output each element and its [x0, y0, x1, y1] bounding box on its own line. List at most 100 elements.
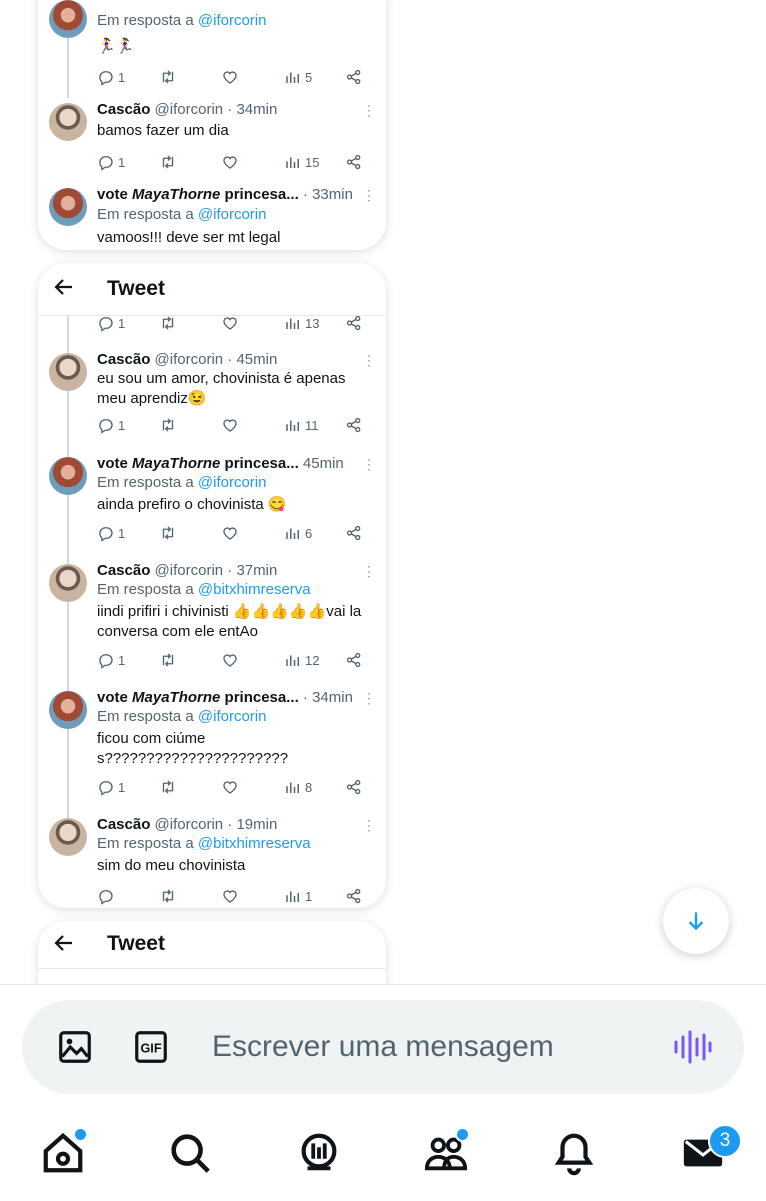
share-button[interactable]: [345, 68, 363, 86]
image-icon[interactable]: [56, 1028, 94, 1066]
views-button[interactable]: 6: [284, 524, 312, 542]
like-button[interactable]: [221, 416, 239, 434]
views-button[interactable]: 8: [284, 778, 312, 796]
reply-handle-link[interactable]: @iforcorin: [198, 474, 267, 491]
avatar[interactable]: [49, 188, 87, 226]
reply-handle-link[interactable]: @iforcorin: [198, 206, 267, 223]
retweet-button[interactable]: [159, 887, 177, 905]
views-button[interactable]: 5: [284, 68, 312, 86]
views-icon: [284, 524, 302, 542]
author-name[interactable]: vote MayaThorne princesa...: [97, 689, 299, 706]
views-button[interactable]: 1: [284, 887, 312, 905]
retweet-icon: [159, 651, 177, 669]
share-icon: [345, 778, 363, 796]
like-button[interactable]: [221, 651, 239, 669]
share-button[interactable]: [345, 314, 363, 332]
more-dots-icon[interactable]: ⋮: [362, 103, 376, 119]
tweet-actions: 1 8: [97, 778, 367, 798]
reply-handle-link[interactable]: @bitxhimreserva: [198, 835, 311, 852]
like-button[interactable]: [221, 68, 239, 86]
share-button[interactable]: [345, 778, 363, 796]
share-button[interactable]: [345, 153, 363, 171]
like-button[interactable]: [221, 153, 239, 171]
avatar[interactable]: [49, 818, 87, 856]
reply-button[interactable]: 1: [97, 524, 125, 542]
reply-icon: [97, 778, 115, 796]
more-dots-icon[interactable]: ⋮: [362, 564, 376, 580]
author-name[interactable]: Cascão: [97, 351, 150, 368]
tweet-card-1: Em resposta a @iforcorin 🏃‍♀️🏃‍♀️ 1 5 Ca…: [38, 0, 386, 250]
more-dots-icon[interactable]: ⋮: [362, 691, 376, 707]
like-button[interactable]: [221, 524, 239, 542]
voice-icon[interactable]: [672, 1028, 712, 1066]
spaces-icon[interactable]: [296, 1130, 342, 1176]
retweet-button[interactable]: [159, 524, 177, 542]
like-button[interactable]: [221, 778, 239, 796]
author-name[interactable]: vote MayaThorne princesa...: [97, 186, 299, 203]
avatar[interactable]: [49, 0, 87, 38]
retweet-button[interactable]: [159, 314, 177, 332]
avatar[interactable]: [49, 353, 87, 391]
views-button[interactable]: 12: [284, 651, 319, 669]
reply-button[interactable]: 1: [97, 778, 125, 796]
tweet-meta: Cascão @iforcorin · 37min: [97, 562, 277, 579]
retweet-button[interactable]: [159, 778, 177, 796]
views-button[interactable]: 13: [284, 314, 319, 332]
like-icon: [221, 778, 239, 796]
avatar[interactable]: [49, 691, 87, 729]
gif-icon[interactable]: GIF: [132, 1028, 170, 1066]
retweet-button[interactable]: [159, 416, 177, 434]
more-dots-icon[interactable]: ⋮: [362, 353, 376, 369]
reply-button[interactable]: [97, 887, 118, 905]
back-arrow-icon[interactable]: [52, 275, 76, 299]
share-button[interactable]: [345, 524, 363, 542]
reply-button[interactable]: 1: [97, 651, 125, 669]
share-button[interactable]: [345, 887, 363, 905]
reply-button[interactable]: 1: [97, 68, 125, 86]
retweet-button[interactable]: [159, 68, 177, 86]
views-button[interactable]: 11: [284, 416, 319, 434]
tweet-meta: vote MayaThorne princesa... · 33min: [97, 186, 353, 203]
retweet-button[interactable]: [159, 153, 177, 171]
notifications-icon[interactable]: [551, 1130, 597, 1176]
retweet-button[interactable]: [159, 651, 177, 669]
share-button[interactable]: [345, 651, 363, 669]
search-icon[interactable]: [167, 1130, 213, 1176]
reply-button[interactable]: 1: [97, 416, 125, 434]
more-dots-icon[interactable]: ⋮: [362, 818, 376, 834]
message-composer: GIF Escrever uma mensagem: [22, 1000, 744, 1094]
reply-context: Em resposta a @bitxhimreserva: [97, 581, 311, 598]
avatar[interactable]: [49, 564, 87, 602]
tweet-text: vamoos!!! deve ser mt legal: [97, 229, 281, 246]
tweet-meta: Cascão @iforcorin · 45min: [97, 351, 277, 368]
retweet-icon: [159, 68, 177, 86]
reply-button[interactable]: 1: [97, 153, 125, 171]
like-button[interactable]: [221, 887, 239, 905]
author-handle: @iforcorin: [154, 816, 224, 833]
reply-handle-link[interactable]: @bitxhimreserva: [198, 581, 311, 598]
views-button[interactable]: 15: [284, 153, 319, 171]
share-button[interactable]: [345, 416, 363, 434]
like-button[interactable]: [221, 314, 239, 332]
retweet-icon: [159, 887, 177, 905]
more-dots-icon[interactable]: ⋮: [362, 457, 376, 473]
message-input[interactable]: Escrever uma mensagem: [212, 1030, 554, 1064]
share-icon: [345, 524, 363, 542]
reply-context: Em resposta a @iforcorin: [97, 474, 267, 491]
reply-context: Em resposta a @iforcorin: [97, 708, 267, 725]
author-name[interactable]: Cascão: [97, 101, 150, 118]
tweet-actions: 1 15: [97, 153, 367, 173]
author-name[interactable]: Cascão: [97, 562, 150, 579]
tweet-text: 🏃‍♀️🏃‍♀️: [97, 38, 135, 55]
reply-button[interactable]: 1: [97, 314, 125, 332]
avatar[interactable]: [49, 103, 87, 141]
more-dots-icon[interactable]: ⋮: [362, 188, 376, 204]
back-arrow-icon[interactable]: [52, 931, 76, 955]
avatar[interactable]: [49, 457, 87, 495]
reply-handle-link[interactable]: @iforcorin: [198, 708, 267, 725]
reply-handle-link[interactable]: @iforcorin: [198, 12, 267, 29]
like-icon: [221, 524, 239, 542]
author-name[interactable]: vote MayaThorne princesa...: [97, 455, 299, 472]
scroll-down-button[interactable]: [663, 888, 729, 954]
author-name[interactable]: Cascão: [97, 816, 150, 833]
